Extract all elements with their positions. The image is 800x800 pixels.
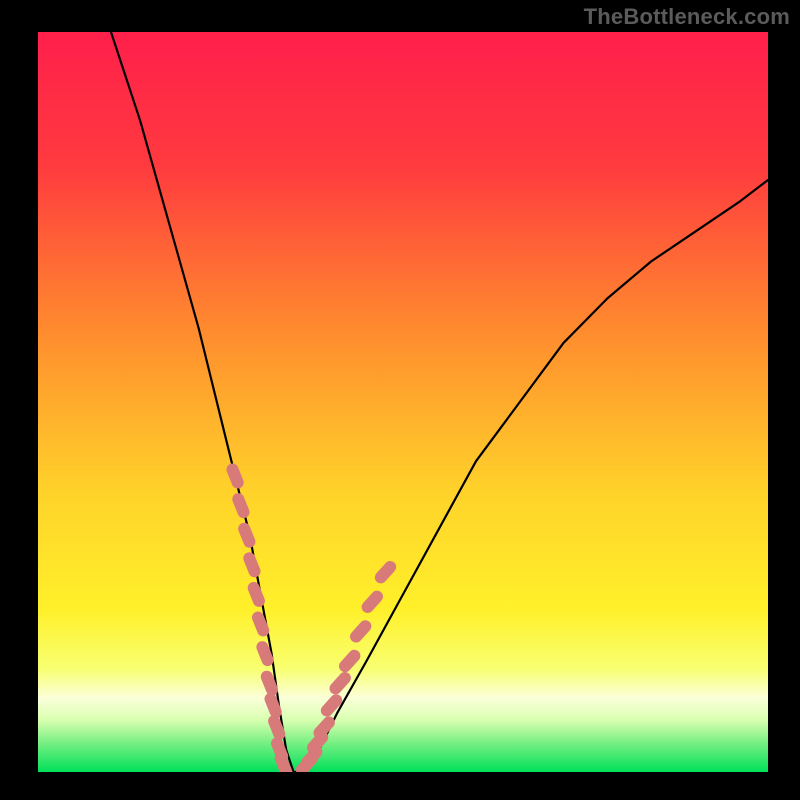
chart-frame: TheBottleneck.com [0,0,800,800]
watermark-text: TheBottleneck.com [584,4,790,30]
bottleneck-chart [0,0,800,800]
